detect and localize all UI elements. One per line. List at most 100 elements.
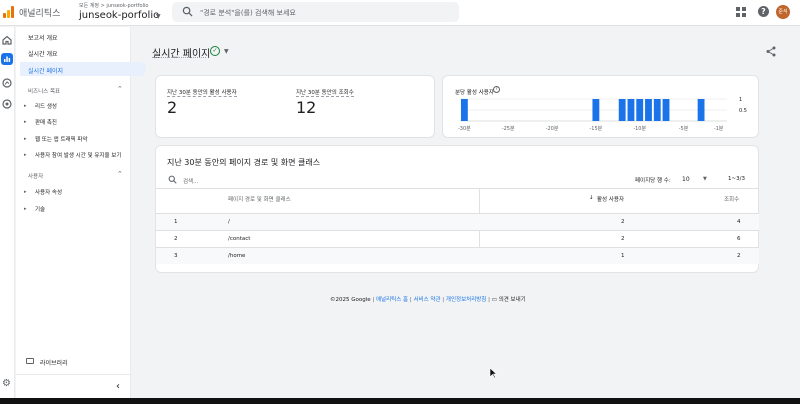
x-tick-label: -15분 (589, 126, 602, 132)
reports-icon[interactable] (1, 53, 13, 65)
link-feedback[interactable]: 의견 보내기 (499, 297, 526, 303)
home-icon[interactable] (1, 34, 13, 46)
bar-minute[interactable] (697, 99, 705, 121)
bar-minute[interactable] (618, 99, 626, 121)
account-breadcrumb[interactable]: 모든 계정 > junseok-portfolio (79, 2, 148, 9)
pagination-range: 1~3/3 (728, 176, 745, 182)
link-terms[interactable]: 서비스 약관 (413, 297, 440, 303)
check-circle-icon[interactable]: ✓ (210, 46, 220, 56)
caret-down-icon[interactable]: ▼ (703, 176, 707, 182)
share-icon[interactable] (766, 46, 776, 60)
search-icon (168, 175, 177, 184)
section-business-goals[interactable]: 비즈니스 목표 (28, 87, 60, 95)
table-row[interactable]: 3 /home 1 2 (156, 248, 759, 264)
row-path: /home (228, 253, 246, 259)
row-views: 2 (737, 253, 741, 259)
expand-arrow-icon[interactable]: ▸ (24, 119, 27, 125)
nav-realtime-overview[interactable]: 실시간 개요 (28, 49, 58, 58)
mouse-cursor-icon (489, 367, 497, 379)
table-row[interactable]: 2 /contact 2 6 (156, 231, 759, 247)
nav-engagement[interactable]: 사용자 참여 발생 시간 및 유지율 보기 (35, 151, 121, 159)
bar-minute[interactable] (592, 99, 600, 121)
divider (16, 374, 131, 375)
nav-lead-generation[interactable]: 리드 생성 (35, 102, 57, 110)
bar-minute[interactable] (645, 99, 652, 121)
row-views: 6 (737, 236, 741, 242)
avatar[interactable]: 준석 (776, 5, 790, 19)
chevron-up-icon[interactable]: ⌃ (117, 85, 123, 93)
help-circle-icon[interactable]: ? (493, 86, 500, 93)
caret-down-icon[interactable]: ▼ (224, 48, 229, 55)
caret-down-icon[interactable]: ▼ (156, 13, 161, 20)
settings-gear-icon[interactable]: ⚙ (2, 378, 11, 389)
expand-arrow-icon[interactable]: ▸ (24, 152, 27, 158)
column-header-views[interactable]: 조회수 (724, 195, 739, 203)
y-tick-label: 1 (739, 97, 742, 103)
advertising-icon[interactable] (1, 98, 13, 110)
expand-arrow-icon[interactable]: ▸ (24, 189, 27, 195)
window-bottom-edge (0, 398, 800, 404)
bar-minute[interactable] (662, 99, 670, 121)
search-bar[interactable]: "경로 분석"을(를) 검색해 보세요 (172, 2, 459, 22)
row-path: / (228, 219, 230, 225)
folder-icon (26, 358, 34, 364)
section-users[interactable]: 사용자 (28, 172, 43, 180)
nav-realtime-pages[interactable]: 실시간 페이지 (28, 66, 63, 75)
x-tick-label: -5분 (679, 126, 689, 132)
sort-arrow-icon[interactable]: ↓ (589, 195, 594, 201)
metric-label-views[interactable]: 지난 30분 동안의 조회수 (296, 88, 354, 97)
explore-icon[interactable] (1, 77, 13, 89)
column-header-active-users[interactable]: 활성 사용자 (597, 195, 624, 203)
row-index: 3 (174, 253, 178, 259)
x-tick-label: -1분 (714, 126, 724, 132)
search-input[interactable]: "경로 분석"을(를) 검색해 보세요 (200, 8, 296, 18)
nav-user-attributes[interactable]: 사용자 속성 (35, 188, 62, 196)
metric-value-active-users: 2 (167, 98, 178, 117)
title-underline (152, 57, 206, 58)
link-analytics-home[interactable]: 애널리틱스 홈 (376, 297, 408, 303)
top-app-bar: 애널리틱스 모든 계정 > junseok-portfolio junseok-… (0, 0, 800, 26)
search-icon (182, 6, 193, 17)
collapse-nav-icon[interactable]: ‹ (116, 381, 120, 392)
x-tick-label: -25분 (502, 126, 515, 132)
bar-minute[interactable] (627, 99, 635, 121)
expand-arrow-icon[interactable]: ▸ (24, 103, 27, 109)
nav-rail (0, 27, 15, 404)
table-row[interactable]: 1 / 2 4 (156, 214, 759, 230)
y-tick-label: 0.5 (739, 108, 747, 114)
copyright: ©2025 Google (330, 297, 371, 303)
table-title: 지난 30분 동안의 페이지 경로 및 화면 클래스 (167, 158, 321, 167)
report-navigation: 보고서 개요 실시간 개요 실시간 페이지 비즈니스 목표 ⌃ ▸ 리드 생성 … (16, 27, 146, 404)
apps-grid-icon[interactable] (736, 7, 746, 17)
nav-drive-sales[interactable]: 판매 촉진 (35, 118, 57, 126)
property-selector[interactable]: junseok-porfolio (79, 10, 159, 21)
expand-arrow-icon[interactable]: ▸ (24, 206, 27, 212)
x-tick-label: -30분 (458, 126, 471, 132)
metric-label-active-users[interactable]: 지난 30분 동안의 활성 사용자 (167, 88, 237, 97)
analytics-logo-icon[interactable] (3, 6, 15, 18)
expand-arrow-icon[interactable]: ▸ (24, 136, 27, 142)
help-icon[interactable]: ? (758, 6, 769, 17)
chevron-up-icon[interactable]: ⌃ (117, 170, 123, 178)
row-active-users: 1 (621, 253, 625, 259)
column-header-path[interactable]: 페이지 경로 및 화면 클래스 (228, 195, 291, 203)
feedback-icon[interactable]: ▭ (492, 297, 497, 303)
nav-tech[interactable]: 기술 (35, 205, 45, 213)
link-privacy[interactable]: 개인정보처리방침 (446, 297, 486, 303)
metrics-card: 지난 30분 동안의 활성 사용자 2 지난 30분 동안의 조회수 12 (155, 75, 435, 138)
bar-minute[interactable] (460, 99, 468, 121)
x-tick-label: -10분 (633, 126, 646, 132)
page-footer: ©2025 Google | 애널리틱스 홈 | 서비스 약관 | 개인정보처리… (330, 295, 526, 303)
rows-per-page-select[interactable]: 10 (682, 176, 690, 183)
row-views: 4 (737, 219, 741, 225)
per-minute-bar-chart: 1 0.5 -30분 -25분 -20분 -15분 -10분 -5분 -1분 (458, 97, 747, 132)
bar-minute[interactable] (653, 99, 661, 121)
table-header: 페이지 경로 및 화면 클래스 ↓ 활성 사용자 조회수 (156, 188, 759, 213)
nav-reports-overview[interactable]: 보고서 개요 (28, 33, 58, 42)
nav-traffic[interactable]: 웹 또는 앱 트래픽 파악 (35, 135, 88, 143)
nav-library[interactable]: 라이브러리 (40, 358, 68, 367)
row-index: 1 (174, 219, 178, 225)
table-search-input[interactable]: 검색... (183, 177, 198, 185)
bar-minute[interactable] (636, 99, 644, 121)
rows-per-page-label: 페이지당 행 수: (635, 178, 671, 184)
